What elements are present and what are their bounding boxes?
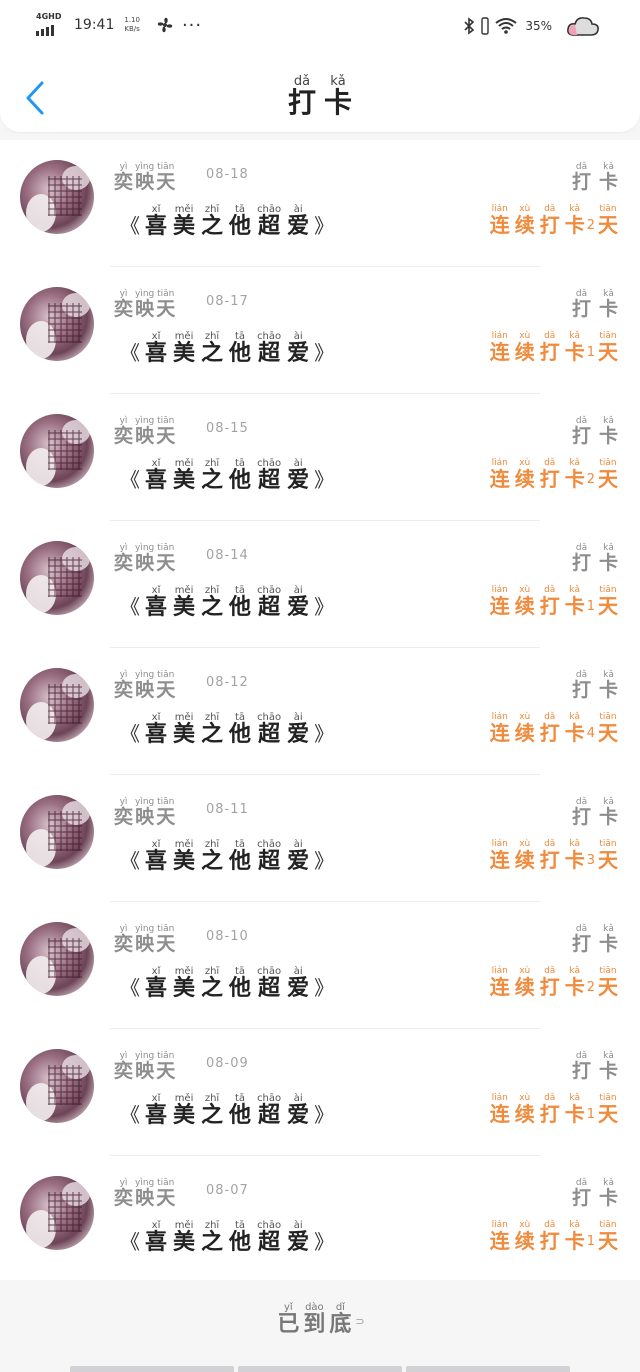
checkin-tag: dǎ 打 kǎ 卡 [571,289,618,320]
checkin-item[interactable]: yì 奕 yìng 映 tiān 天 08-09 《 xǐ 喜 měi 美 zhī 之 tā… [0,1029,640,1156]
streak-label: lián 连 xù 续 dǎ 打 kǎ 卡 4 tiān 天 [489,712,618,745]
checkin-date: 08-17 [206,294,249,309]
avatar[interactable] [20,160,94,234]
streak-days: 1 [586,345,595,360]
checkin-item[interactable]: yì 奕 yìng 映 tiān 天 08-14 《 xǐ 喜 měi 美 zhī 之 tā… [0,521,640,648]
streak-label: lián 连 xù 续 dǎ 打 kǎ 卡 2 tiān 天 [489,458,618,491]
book-title: 《 xǐ 喜 měi 美 zhī 之 tā 他 chāo 超 ài 爱 》 [120,458,335,493]
status-bar: 4GHD 19:41 1.10 KB/s ··· 35% [0,0,640,50]
avatar[interactable] [20,287,94,361]
status-time: 19:41 [74,17,115,33]
streak-label: lián 连 xù 续 dǎ 打 kǎ 卡 3 tiān 天 [489,839,618,872]
checkin-item[interactable]: yì 奕 yìng 映 tiān 天 08-12 《 xǐ 喜 měi 美 zhī 之 tā… [0,648,640,775]
battery-percent: 35% [525,19,552,33]
checkin-item[interactable]: yì 奕 yìng 映 tiān 天 08-07 《 xǐ 喜 měi 美 zhī 之 tā… [0,1156,640,1283]
streak-label: lián 连 xù 续 dǎ 打 kǎ 卡 1 tiān 天 [489,585,618,618]
user-name: yì 奕 yìng 映 tiān 天 [114,670,176,701]
checkin-date: 08-18 [206,167,249,182]
wifi-icon [495,18,517,34]
streak-days: 1 [586,1234,595,1249]
user-name: yì 奕 yìng 映 tiān 天 [114,1051,176,1082]
title-char: dǎ 打 [287,74,316,119]
checkin-date: 08-07 [206,1183,249,1198]
streak-days: 3 [586,853,595,868]
avatar[interactable] [20,1176,94,1250]
avatar[interactable] [20,1049,94,1123]
checkin-list: yì 奕 yìng 映 tiān 天 08-18 《 xǐ 喜 měi 美 zhī 之 tā… [0,140,640,1283]
end-of-list-text: yǐ 已 dào 到 dǐ 底 ⊃ [277,1302,365,1337]
book-title: 《 xǐ 喜 měi 美 zhī 之 tā 他 chāo 超 ài 爱 》 [120,331,335,366]
checkin-date: 08-14 [206,548,249,563]
checkin-item[interactable]: yì 奕 yìng 映 tiān 天 08-11 《 xǐ 喜 měi 美 zhī 之 tā… [0,775,640,902]
checkin-date: 08-11 [206,802,249,817]
book-title: 《 xǐ 喜 měi 美 zhī 之 tā 他 chāo 超 ài 爱 》 [120,204,335,239]
book-title: 《 xǐ 喜 měi 美 zhī 之 tā 他 chāo 超 ài 爱 》 [120,966,335,1001]
streak-days: 2 [586,472,595,487]
avatar[interactable] [20,922,94,996]
network-speed: 1.10 KB/s [124,16,140,34]
user-name: yì 奕 yìng 映 tiān 天 [114,416,176,447]
streak-label: lián 连 xù 续 dǎ 打 kǎ 卡 2 tiān 天 [489,204,618,237]
avatar[interactable] [20,541,94,615]
user-name: yì 奕 yìng 映 tiān 天 [114,543,176,574]
nav-header: dǎ 打 kǎ 卡 [0,50,640,132]
streak-label: lián 连 xù 续 dǎ 打 kǎ 卡 2 tiān 天 [489,966,618,999]
streak-label: lián 连 xù 续 dǎ 打 kǎ 卡 1 tiān 天 [489,331,618,364]
streak-days: 1 [586,599,595,614]
checkin-tag: dǎ 打 kǎ 卡 [571,543,618,574]
book-title: 《 xǐ 喜 měi 美 zhī 之 tā 他 chāo 超 ài 爱 》 [120,839,335,874]
streak-days: 2 [586,218,595,233]
checkin-item[interactable]: yì 奕 yìng 映 tiān 天 08-15 《 xǐ 喜 měi 美 zhī 之 tā… [0,394,640,521]
list-footer: yǐ 已 dào 到 dǐ 底 ⊃ [0,1280,640,1372]
checkin-tag: dǎ 打 kǎ 卡 [571,1051,618,1082]
streak-days: 4 [586,726,595,741]
streak-days: 2 [586,980,595,995]
avatar[interactable] [20,414,94,488]
user-name: yì 奕 yìng 映 tiān 天 [114,162,176,193]
checkin-tag: dǎ 打 kǎ 卡 [571,1178,618,1209]
checkin-tag: dǎ 打 kǎ 卡 [571,797,618,828]
speed-unit: KB/s [124,25,140,33]
checkin-tag: dǎ 打 kǎ 卡 [571,416,618,447]
user-name: yì 奕 yìng 映 tiān 天 [114,289,176,320]
checkin-item[interactable]: yì 奕 yìng 映 tiān 天 08-18 《 xǐ 喜 měi 美 zhī 之 tā… [0,140,640,267]
speed-value: 1.10 [124,16,140,24]
user-name: yì 奕 yìng 映 tiān 天 [114,1178,176,1209]
user-name: yì 奕 yìng 映 tiān 天 [114,924,176,955]
book-title: 《 xǐ 喜 měi 美 zhī 之 tā 他 chāo 超 ài 爱 》 [120,712,335,747]
checkin-tag: dǎ 打 kǎ 卡 [571,162,618,193]
avatar[interactable] [20,795,94,869]
more-notifications-icon: ··· [181,14,203,36]
fan-icon [157,17,173,33]
book-title: 《 xǐ 喜 měi 美 zhī 之 tā 他 chāo 超 ài 爱 》 [120,585,335,620]
page-title: dǎ 打 kǎ 卡 [0,74,640,117]
cellular-signal-icon: 4GHD [36,12,66,38]
checkin-date: 08-15 [206,421,249,436]
bottom-tab-edges [70,1366,570,1372]
network-type: 4GHD [36,12,62,21]
bluetooth-icon [464,17,475,35]
fish-icon: ⊃ [355,1315,365,1328]
vibrate-icon [481,17,490,35]
avatar[interactable] [20,668,94,742]
streak-label: lián 连 xù 续 dǎ 打 kǎ 卡 1 tiān 天 [489,1220,618,1253]
streak-days: 1 [586,1107,595,1122]
battery-cloud-icon [567,17,599,36]
status-right: 35% [463,12,600,40]
streak-label: lián 连 xù 续 dǎ 打 kǎ 卡 1 tiān 天 [489,1093,618,1126]
checkin-date: 08-12 [206,675,249,690]
book-title: 《 xǐ 喜 měi 美 zhī 之 tā 他 chāo 超 ài 爱 》 [120,1220,335,1255]
checkin-date: 08-09 [206,1056,249,1071]
book-title: 《 xǐ 喜 měi 美 zhī 之 tā 他 chāo 超 ài 爱 》 [120,1093,335,1128]
status-left: 4GHD 19:41 1.10 KB/s ··· [36,10,202,40]
checkin-item[interactable]: yì 奕 yìng 映 tiān 天 08-10 《 xǐ 喜 měi 美 zhī 之 tā… [0,902,640,1029]
checkin-tag: dǎ 打 kǎ 卡 [571,670,618,701]
user-name: yì 奕 yìng 映 tiān 天 [114,797,176,828]
checkin-date: 08-10 [206,929,249,944]
title-char: kǎ 卡 [324,74,353,119]
checkin-tag: dǎ 打 kǎ 卡 [571,924,618,955]
checkin-item[interactable]: yì 奕 yìng 映 tiān 天 08-17 《 xǐ 喜 měi 美 zhī 之 tā… [0,267,640,394]
